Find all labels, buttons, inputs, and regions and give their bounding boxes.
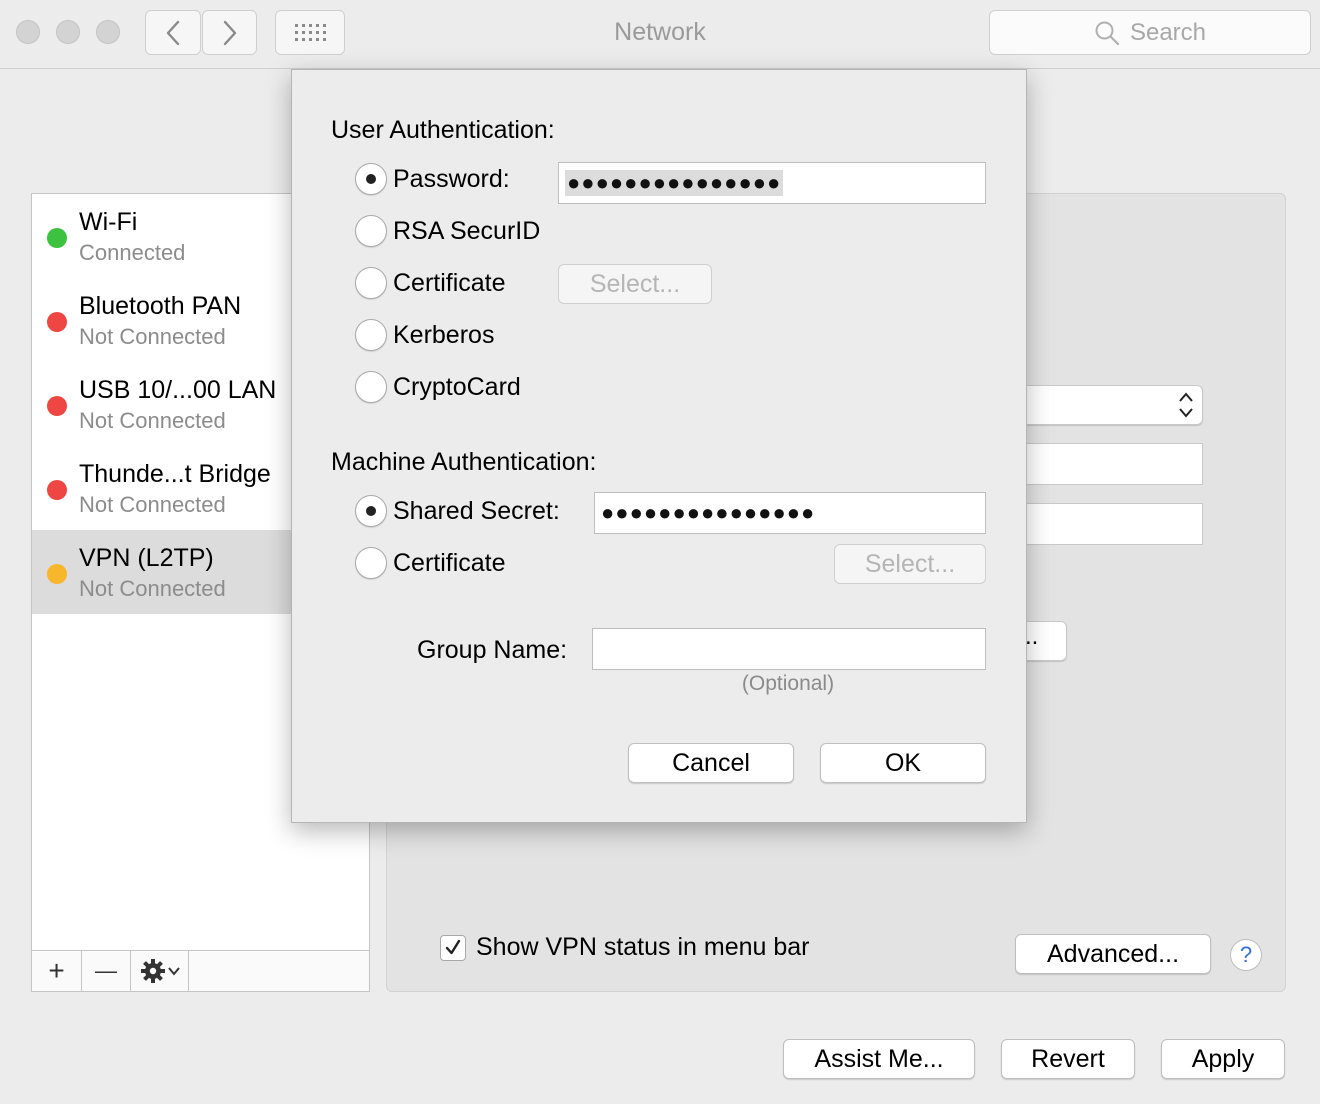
gear-icon xyxy=(140,959,165,983)
status-dot-green xyxy=(47,228,67,248)
remove-service-button[interactable]: — xyxy=(82,951,131,991)
close-window-button[interactable] xyxy=(16,20,40,44)
status-dot-red xyxy=(47,312,67,332)
rsa-securid-radio[interactable] xyxy=(355,215,387,247)
status-dot-red xyxy=(47,396,67,416)
ok-button[interactable]: OK xyxy=(820,743,986,783)
shared-secret-radio[interactable] xyxy=(355,495,387,527)
back-button[interactable] xyxy=(145,10,201,55)
search-placeholder: Search xyxy=(1129,18,1207,46)
account-name-field[interactable] xyxy=(1020,503,1203,545)
user-certificate-radio[interactable] xyxy=(355,267,387,299)
zoom-window-button[interactable] xyxy=(96,20,120,44)
checkmark-icon xyxy=(445,939,461,954)
status-dot-red xyxy=(47,480,67,500)
service-status: Not Connected xyxy=(79,324,226,349)
server-address-field[interactable] xyxy=(1020,443,1203,485)
machine-authentication-heading: Machine Authentication: xyxy=(331,448,597,476)
machine-certificate-radio[interactable] xyxy=(355,547,387,579)
status-dot-yellow xyxy=(47,564,67,584)
password-field[interactable]: ●●●●●●●●●●●●●●● xyxy=(558,162,986,204)
updown-chevron-icon xyxy=(1179,392,1193,418)
password-radio-label: Password: xyxy=(393,165,510,193)
search-icon xyxy=(1095,21,1120,45)
group-name-label: Group Name: xyxy=(417,636,568,664)
chevron-right-icon xyxy=(223,20,236,45)
chevron-left-icon xyxy=(166,20,180,45)
group-name-hint: (Optional) xyxy=(741,672,835,695)
help-button[interactable]: ? xyxy=(1230,939,1262,971)
service-name: Wi-Fi xyxy=(79,208,138,236)
show-all-button[interactable] xyxy=(275,10,345,55)
minimize-window-button[interactable] xyxy=(56,20,80,44)
apply-button[interactable]: Apply xyxy=(1161,1039,1285,1079)
user-certificate-radio-label: Certificate xyxy=(393,269,506,297)
cryptocard-radio[interactable] xyxy=(355,371,387,403)
window-toolbar: Network Search xyxy=(0,0,1320,69)
show-vpn-status-checkbox[interactable] xyxy=(440,934,466,961)
authentication-settings-button[interactable]: .. xyxy=(1020,621,1067,661)
cancel-button[interactable]: Cancel xyxy=(628,743,794,783)
user-authentication-heading: User Authentication: xyxy=(331,116,555,144)
password-radio[interactable] xyxy=(355,163,387,195)
kerberos-radio[interactable] xyxy=(355,319,387,351)
service-name: VPN (L2TP) xyxy=(79,544,214,572)
revert-button[interactable]: Revert xyxy=(1001,1039,1135,1079)
service-name: Thunde...t Bridge xyxy=(79,460,271,488)
cryptocard-radio-label: CryptoCard xyxy=(393,373,521,401)
configuration-popup[interactable] xyxy=(1020,385,1203,425)
group-name-field[interactable] xyxy=(592,628,986,670)
machine-certificate-select-button[interactable]: Select... xyxy=(834,544,986,584)
shared-secret-field[interactable]: ●●●●●●●●●●●●●●● xyxy=(594,492,986,534)
service-actions-button[interactable] xyxy=(131,951,189,991)
service-list-toolbar: + — xyxy=(32,950,369,991)
advanced-button[interactable]: Advanced... xyxy=(1015,934,1211,974)
authentication-settings-sheet: User Authentication: Password: ●●●●●●●●●… xyxy=(291,69,1027,823)
password-value: ●●●●●●●●●●●●●●● xyxy=(565,170,784,196)
add-service-button[interactable]: + xyxy=(32,951,82,991)
shared-secret-value: ●●●●●●●●●●●●●●● xyxy=(601,500,816,525)
service-name: USB 10/...00 LAN xyxy=(79,376,277,404)
service-status: Connected xyxy=(79,240,186,265)
service-status: Not Connected xyxy=(79,408,226,433)
assist-me-button[interactable]: Assist Me... xyxy=(783,1039,975,1079)
grid-icon xyxy=(295,23,326,41)
kerberos-radio-label: Kerberos xyxy=(393,321,495,349)
plus-icon: + xyxy=(48,955,65,986)
machine-certificate-radio-label: Certificate xyxy=(393,549,506,577)
show-vpn-status-label: Show VPN status in menu bar xyxy=(476,933,810,961)
service-status: Not Connected xyxy=(79,492,226,517)
chevron-down-icon xyxy=(167,967,180,976)
search-field[interactable]: Search xyxy=(989,10,1311,55)
service-name: Bluetooth PAN xyxy=(79,292,242,320)
minus-icon: — xyxy=(95,958,117,983)
rsa-securid-radio-label: RSA SecurID xyxy=(393,217,541,245)
service-status: Not Connected xyxy=(79,576,226,601)
shared-secret-radio-label: Shared Secret: xyxy=(393,497,560,525)
user-certificate-select-button[interactable]: Select... xyxy=(558,264,712,304)
show-vpn-status-row[interactable]: Show VPN status in menu bar xyxy=(440,933,810,962)
forward-button[interactable] xyxy=(202,10,257,55)
